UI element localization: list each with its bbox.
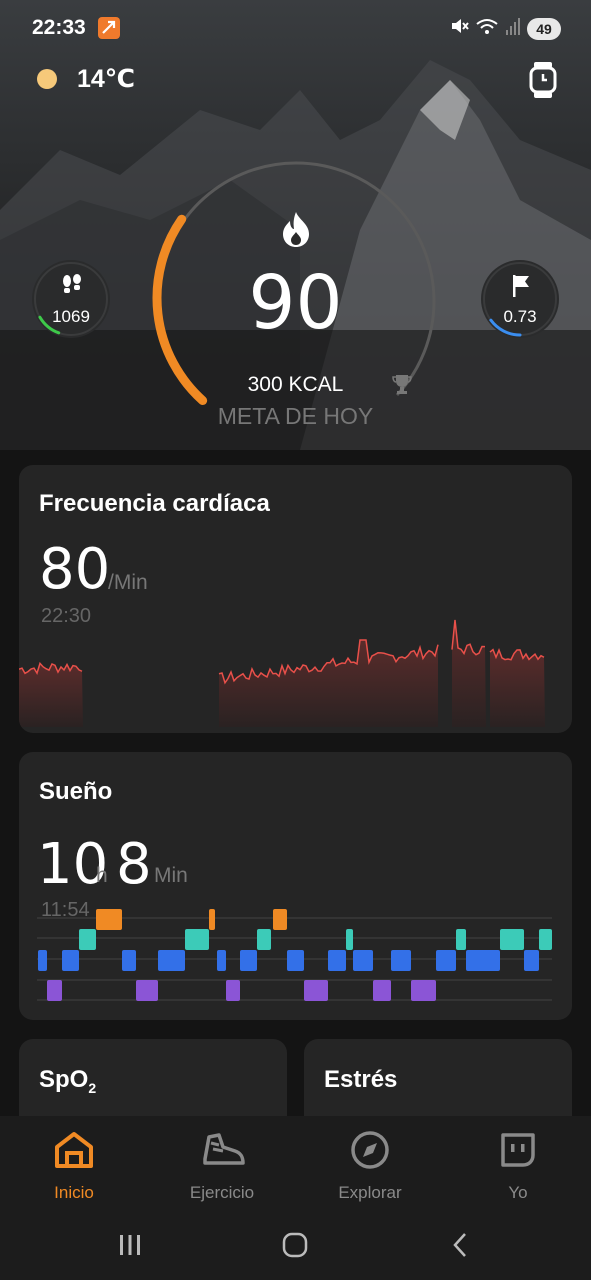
- weather: 14℃: [37, 64, 135, 94]
- sleep-stage-light: [353, 950, 373, 971]
- sleep-stage-awake: [273, 909, 287, 930]
- sleep-stage-light: [217, 950, 226, 971]
- sleep-stage-deep: [226, 980, 240, 1001]
- sleep-stage-light: [287, 950, 304, 971]
- status-time: 22:33: [32, 16, 86, 39]
- nav-explorar[interactable]: Explorar: [296, 1116, 444, 1216]
- battery-indicator: 49: [527, 17, 561, 40]
- sleep-stage-awake: [209, 909, 215, 930]
- sleep-stage-light: [391, 950, 411, 971]
- smartwatch-icon: [529, 62, 557, 98]
- sleep-stage-rem: [456, 929, 466, 950]
- heart-rate-area: [19, 663, 83, 727]
- spo2-title: SpO2: [39, 1066, 96, 1096]
- nav-yo-label: Yo: [508, 1183, 528, 1202]
- sleep-stage-deep: [47, 980, 62, 1001]
- system-navigation-bar: [0, 1216, 591, 1280]
- sleep-stage-awake: [96, 909, 122, 930]
- sleep-stage-deep: [136, 980, 158, 1001]
- mute-icon: [449, 16, 469, 41]
- nav-ejercicio-label: Ejercicio: [189, 1183, 255, 1202]
- temperature: 14℃: [77, 65, 136, 93]
- sleep-stage-deep: [373, 980, 391, 1001]
- sleep-stage-rem: [346, 929, 353, 950]
- app-notification-icon: [98, 17, 120, 39]
- stress-title: Estrés: [324, 1066, 398, 1093]
- steps-value: 1069: [52, 307, 90, 326]
- sun-icon: [37, 69, 57, 89]
- sleep-stages-chart: [37, 909, 552, 1001]
- bottom-navigation: Inicio Ejercicio Explorar Yo: [0, 1116, 591, 1216]
- heart-rate-card[interactable]: Frecuencia cardíaca 80 /Min 22:30: [19, 465, 572, 733]
- trophy-icon: [392, 373, 412, 400]
- sleep-stage-light: [328, 950, 346, 971]
- recent-apps-button[interactable]: [115, 1230, 145, 1260]
- distance-value: 0.73: [503, 307, 537, 326]
- spo2-title-main: SpO: [39, 1066, 89, 1093]
- profile-icon: [501, 1133, 535, 1167]
- heart-rate-area: [219, 640, 438, 727]
- sleep-stage-light: [466, 950, 500, 971]
- footprints-icon: [59, 273, 85, 304]
- heart-rate-chart: [19, 619, 545, 727]
- nav-explorar-label: Explorar: [338, 1183, 402, 1202]
- steps-widget[interactable]: 1069: [32, 260, 110, 338]
- sleep-stage-rem: [79, 929, 96, 950]
- home-icon: [55, 1132, 93, 1168]
- sleep-stage-deep: [411, 980, 436, 1001]
- compass-icon: [351, 1131, 389, 1169]
- status-bar: 22:33 49: [0, 0, 591, 56]
- sleep-stage-deep: [304, 980, 328, 1001]
- back-button[interactable]: [446, 1230, 476, 1260]
- heart-rate-area: [490, 649, 545, 727]
- flag-icon: [508, 273, 534, 304]
- calorie-goal: 300 KCAL: [247, 373, 344, 396]
- wifi-icon: [475, 16, 499, 41]
- nav-inicio-label: Inicio: [54, 1183, 94, 1202]
- sleep-stage-light: [524, 950, 539, 971]
- sleep-stage-light: [240, 950, 257, 971]
- sleep-stage-light: [158, 950, 185, 971]
- signal-icon: [505, 16, 521, 41]
- spo2-title-sub: 2: [88, 1079, 97, 1096]
- goal-label: META DE HOY: [217, 403, 374, 429]
- nav-inicio[interactable]: Inicio: [0, 1116, 148, 1216]
- flame-icon: [279, 210, 313, 253]
- sleep-stage-light: [122, 950, 136, 971]
- sleep-stage-light: [436, 950, 456, 971]
- sleep-stage-rem: [185, 929, 209, 950]
- home-system-button[interactable]: [280, 1230, 310, 1260]
- distance-widget[interactable]: 0.73: [481, 260, 559, 338]
- sleep-stage-rem: [257, 929, 271, 950]
- sleep-stage-light: [38, 950, 47, 971]
- sleep-stage-rem: [539, 929, 552, 950]
- nav-ejercicio[interactable]: Ejercicio: [148, 1116, 296, 1216]
- sleep-stage-light: [62, 950, 79, 971]
- sleep-stage-rem: [500, 929, 524, 950]
- nav-yo[interactable]: Yo: [444, 1116, 591, 1216]
- shoe-icon: [203, 1133, 245, 1165]
- watch-button[interactable]: [525, 60, 561, 100]
- sleep-card[interactable]: Sueño 10 h 8 Min 11:54: [19, 752, 572, 1020]
